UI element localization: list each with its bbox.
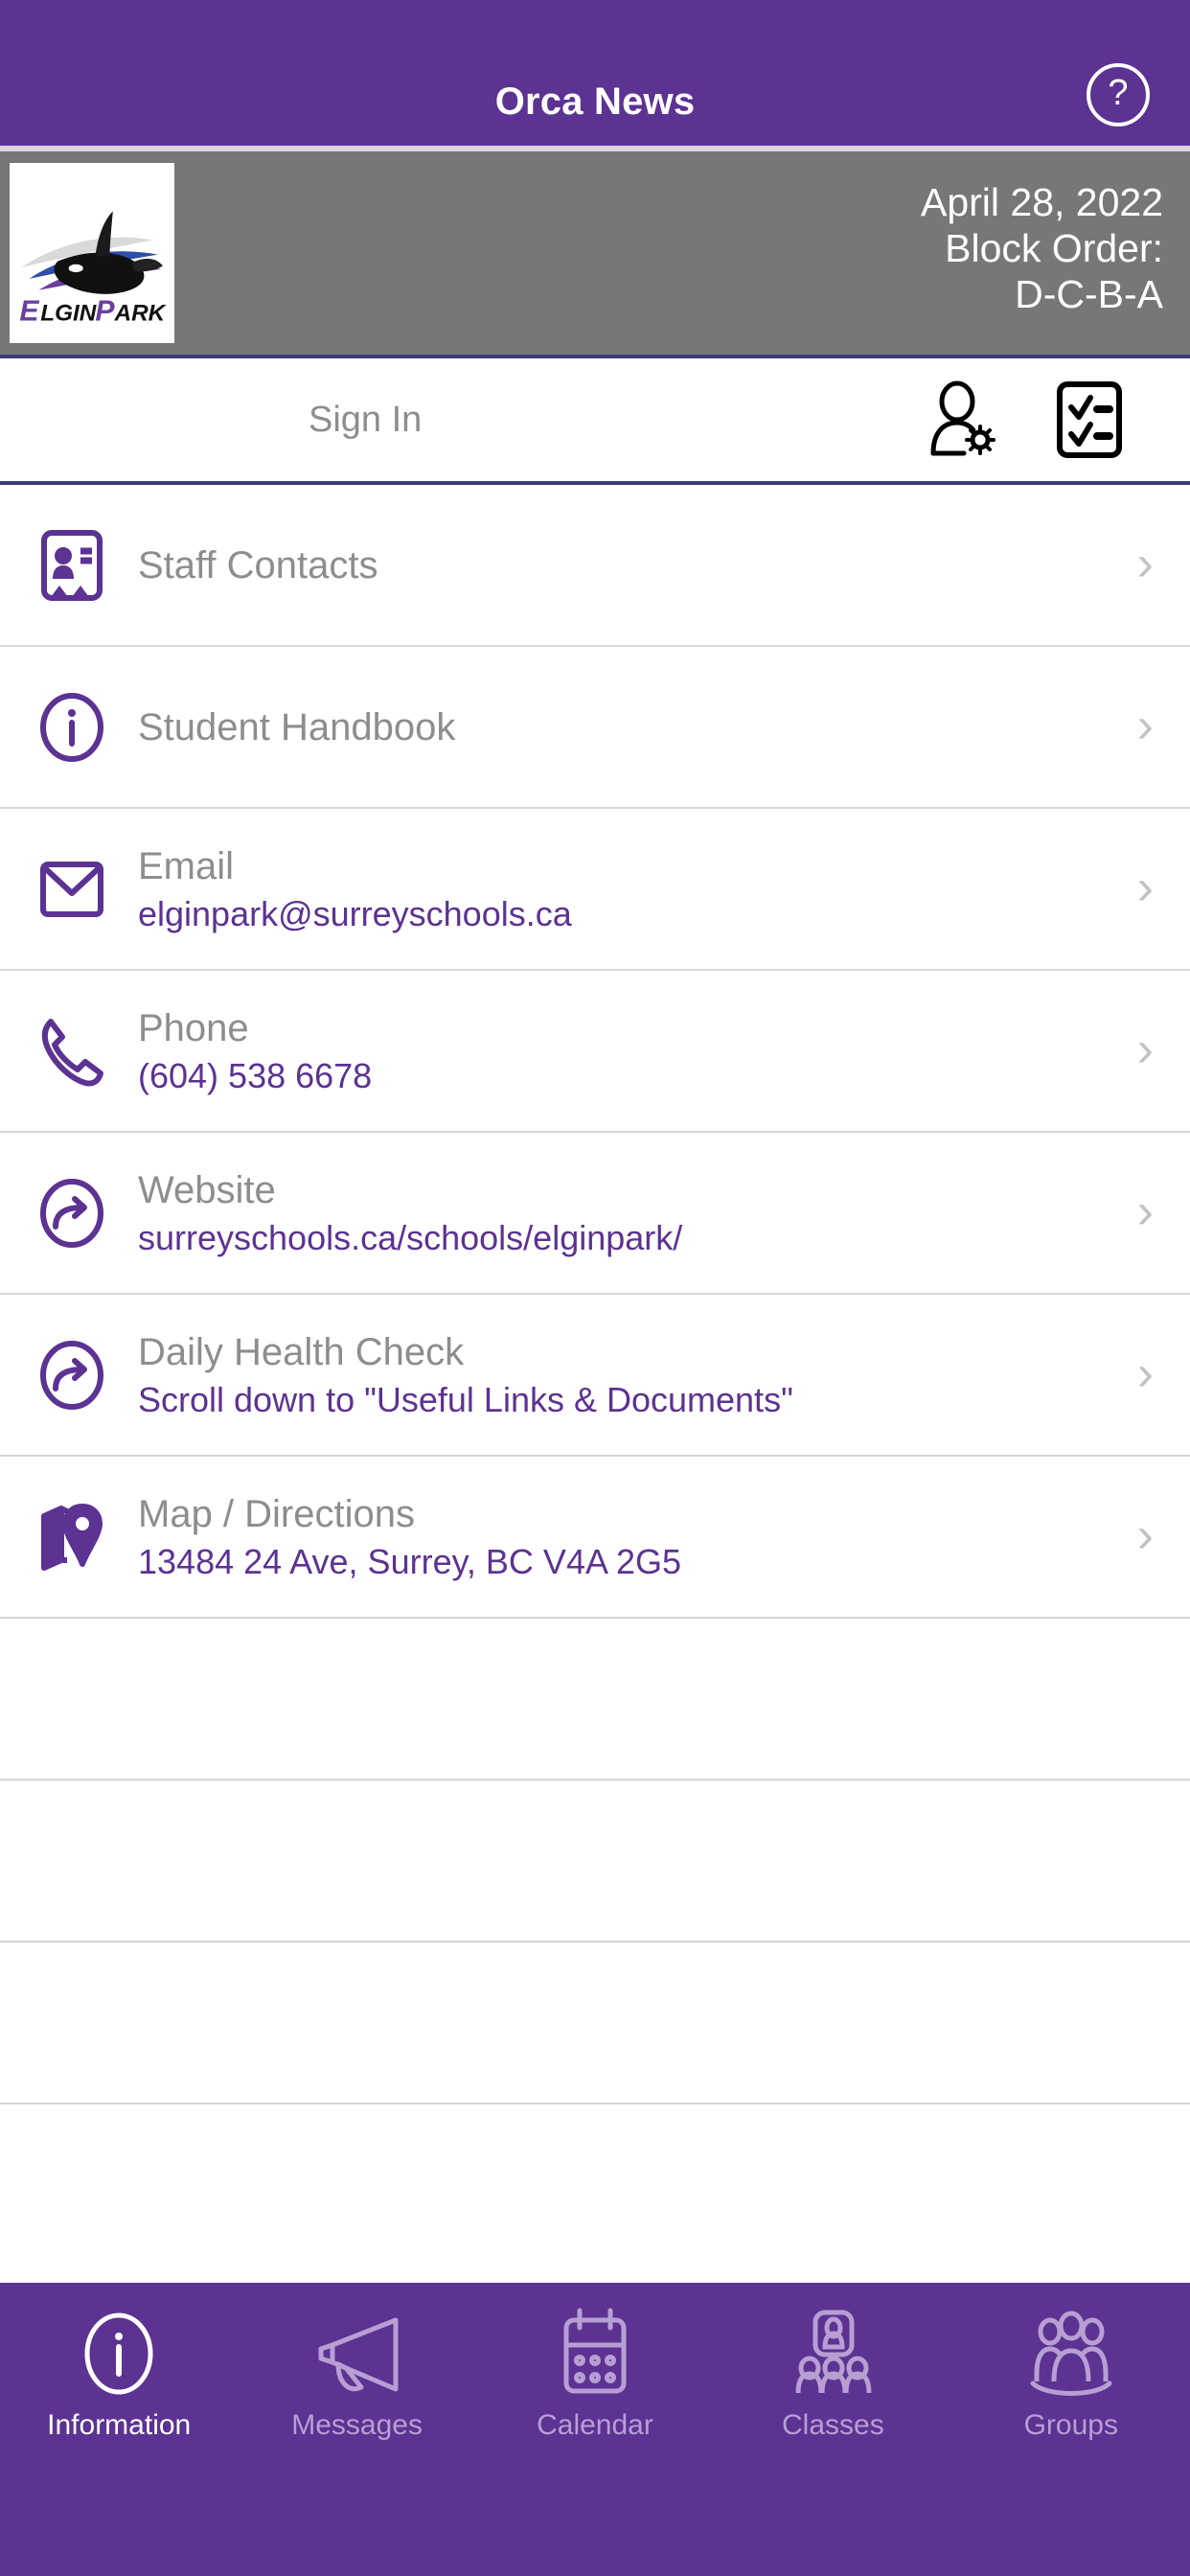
list-item-subtitle: 13484 24 Ave, Surrey, BC V4A 2G5 [138, 1541, 682, 1581]
list-item-title: Map / Directions [138, 1492, 415, 1535]
info-circle-icon [34, 687, 109, 768]
list-item[interactable]: Map / Directions 13484 24 Ave, Surrey, B… [0, 1457, 1190, 1619]
page-title: Orca News [494, 80, 696, 123]
svg-text:LGIN: LGIN [40, 301, 97, 327]
svg-text:ARK: ARK [114, 301, 168, 327]
list-item-title: Phone [138, 1006, 249, 1049]
contact-card-icon [34, 525, 109, 606]
list-item-title: Email [138, 844, 235, 887]
help-glyph: ? [1108, 73, 1129, 113]
banner-block-label: Block Order: [945, 225, 1163, 270]
list-item-subtitle: elginpark@surreyschools.ca [138, 893, 572, 933]
list-item-title: Daily Health Check [138, 1330, 465, 1373]
banner-date: April 28, 2022 [920, 180, 1163, 224]
list-item-placeholder [0, 1781, 1190, 1943]
tab-label: Groups [1023, 2409, 1118, 2441]
chevron-right-icon: › [1136, 697, 1154, 753]
sign-in-bar: Sign In [0, 355, 1190, 485]
list-item[interactable]: Staff Contacts › [0, 485, 1190, 647]
list-item[interactable]: Student Handbook › [0, 647, 1190, 809]
chevron-right-icon: › [1136, 1021, 1154, 1077]
chevron-right-icon: › [1136, 535, 1154, 591]
tab-label: Calendar [537, 2409, 653, 2441]
svg-text:E: E [19, 296, 39, 328]
info-circle-icon [78, 2304, 160, 2404]
app-screen: Orca News ? E LGIN P ARK April 28, 2022 … [0, 0, 1190, 2576]
orca-logo-icon: E LGIN P ARK [19, 211, 168, 328]
list-item[interactable]: Email elginpark@surreyschools.ca › [0, 809, 1190, 971]
list-item[interactable]: Website surreyschools.ca/schools/elginpa… [0, 1133, 1190, 1295]
tab-messages[interactable]: Messages [238, 2304, 475, 2440]
list-item-title: Staff Contacts [138, 543, 378, 586]
list-item[interactable]: Daily Health Check Scroll down to "Usefu… [0, 1295, 1190, 1457]
list-item-placeholder [0, 1943, 1190, 2104]
tab-classes[interactable]: Classes [714, 2304, 951, 2440]
bottom-tab-bar: Information Messages Calendar Classes Gr… [0, 2283, 1190, 2576]
help-icon[interactable]: ? [1087, 63, 1150, 126]
chevron-right-icon: › [1136, 1345, 1154, 1401]
information-list: Staff Contacts › Student Handbook › Emai… [0, 485, 1190, 2283]
svg-text:P: P [95, 296, 115, 328]
banner-date-block: April 28, 2022 Block Order: D-C-B-A [921, 180, 1163, 318]
classes-people-icon [787, 2304, 879, 2404]
tab-label: Messages [291, 2409, 423, 2441]
list-item-title: Student Handbook [138, 705, 456, 748]
tab-information[interactable]: Information [0, 2304, 238, 2440]
list-item-title: Website [138, 1168, 276, 1211]
megaphone-icon [311, 2304, 403, 2404]
list-item-subtitle: (604) 538 6678 [138, 1055, 373, 1095]
sign-in-button[interactable]: Sign In [309, 400, 422, 441]
external-link-circle-icon [34, 1173, 109, 1254]
checklist-icon[interactable] [1054, 380, 1125, 459]
external-link-circle-icon [34, 1335, 109, 1415]
list-item[interactable]: Phone (604) 538 6678 › [0, 971, 1190, 1133]
envelope-icon [34, 849, 109, 930]
school-banner: E LGIN P ARK April 28, 2022 Block Order:… [0, 151, 1190, 355]
phone-icon [34, 1011, 109, 1092]
banner-block-value: D-C-B-A [1015, 271, 1163, 316]
tab-calendar[interactable]: Calendar [476, 2304, 714, 2440]
list-item-placeholder [0, 1619, 1190, 1781]
school-logo: E LGIN P ARK [10, 163, 174, 343]
chevron-right-icon: › [1136, 859, 1154, 915]
chevron-right-icon: › [1136, 1506, 1154, 1563]
calendar-icon [553, 2304, 637, 2404]
user-settings-icon[interactable] [926, 380, 1000, 459]
sign-in-actions [926, 380, 1125, 459]
map-pin-icon [34, 1497, 109, 1577]
list-item-subtitle: Scroll down to "Useful Links & Documents… [138, 1379, 793, 1419]
groups-people-icon [1023, 2304, 1119, 2404]
chevron-right-icon: › [1136, 1183, 1154, 1239]
tab-label: Classes [782, 2409, 884, 2441]
tab-groups[interactable]: Groups [952, 2304, 1190, 2440]
tab-label: Information [47, 2409, 192, 2441]
top-navigation-bar: Orca News ? [0, 0, 1190, 146]
list-item-subtitle: surreyschools.ca/schools/elginpark/ [138, 1217, 683, 1257]
